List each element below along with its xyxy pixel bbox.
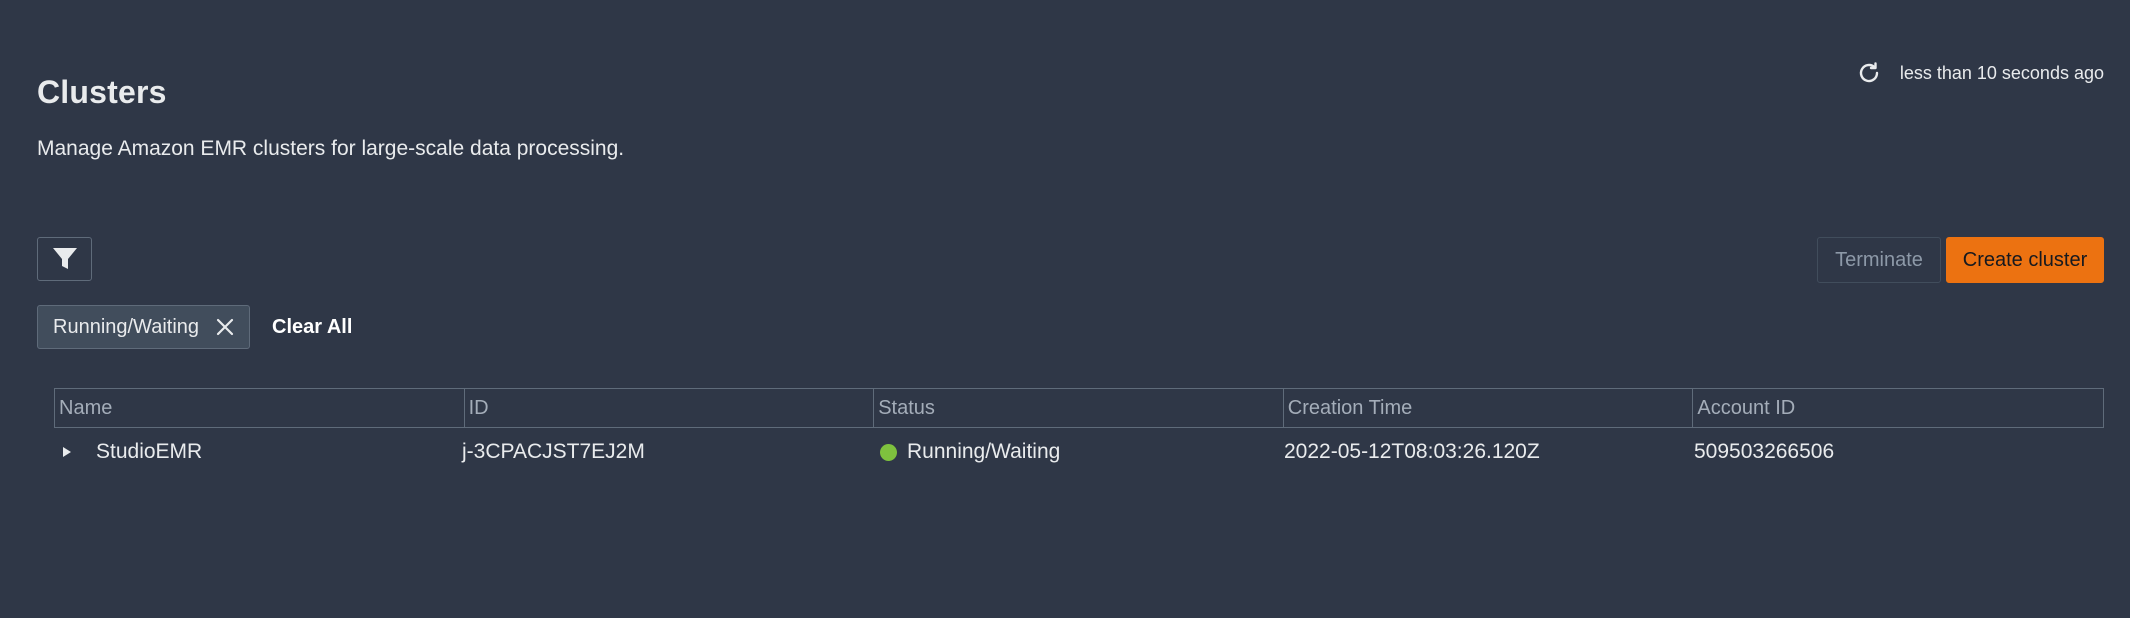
filter-token-running-waiting: Running/Waiting: [37, 305, 251, 349]
caret-right-icon[interactable]: [54, 439, 80, 465]
cell-status: Running/Waiting: [872, 440, 1282, 464]
cluster-creation-time: 2022-05-12T08:03:26.120Z: [1284, 440, 1540, 463]
filter-tokens: Running/Waiting Clear All: [37, 305, 352, 349]
last-refreshed-text: less than 10 seconds ago: [1899, 62, 2104, 83]
table-row[interactable]: StudioEMR j-3CPACJST7EJ2M Running/Waitin…: [54, 428, 2104, 476]
refresh-status: less than 10 seconds ago: [1856, 60, 2104, 86]
column-header-name[interactable]: Name: [55, 389, 465, 427]
column-header-id[interactable]: ID: [465, 389, 875, 427]
page-description: Manage Amazon EMR clusters for large-sca…: [37, 137, 625, 160]
column-header-status[interactable]: Status: [874, 389, 1284, 427]
filter-icon: [52, 247, 78, 271]
clear-all-filters-link[interactable]: Clear All: [272, 316, 352, 339]
cluster-account-id: 509503266506: [1694, 440, 1835, 463]
cluster-id: j-3CPACJST7EJ2M: [462, 440, 645, 463]
column-header-account-id[interactable]: Account ID: [1693, 389, 2103, 427]
close-icon[interactable]: [213, 315, 237, 339]
cluster-status: Running/Waiting: [907, 440, 1061, 463]
cluster-actions: Terminate Create cluster: [1817, 237, 2104, 283]
table-header: Name ID Status Creation Time Account ID: [54, 388, 2104, 428]
refresh-icon[interactable]: [1856, 60, 1882, 86]
page-title: Clusters: [37, 74, 167, 110]
clusters-table: Name ID Status Creation Time Account ID …: [54, 388, 2104, 476]
cell-name: StudioEMR: [54, 439, 464, 465]
filter-button[interactable]: [37, 237, 92, 281]
cluster-name: StudioEMR: [96, 440, 203, 463]
column-header-creation-time[interactable]: Creation Time: [1284, 389, 1694, 427]
status-indicator-icon: [880, 443, 897, 461]
clusters-page: Clusters Manage Amazon EMR clusters for …: [0, 0, 2130, 618]
terminate-button[interactable]: Terminate: [1817, 237, 1941, 283]
create-cluster-button[interactable]: Create cluster: [1946, 237, 2104, 283]
filter-token-label: Running/Waiting: [53, 315, 200, 338]
